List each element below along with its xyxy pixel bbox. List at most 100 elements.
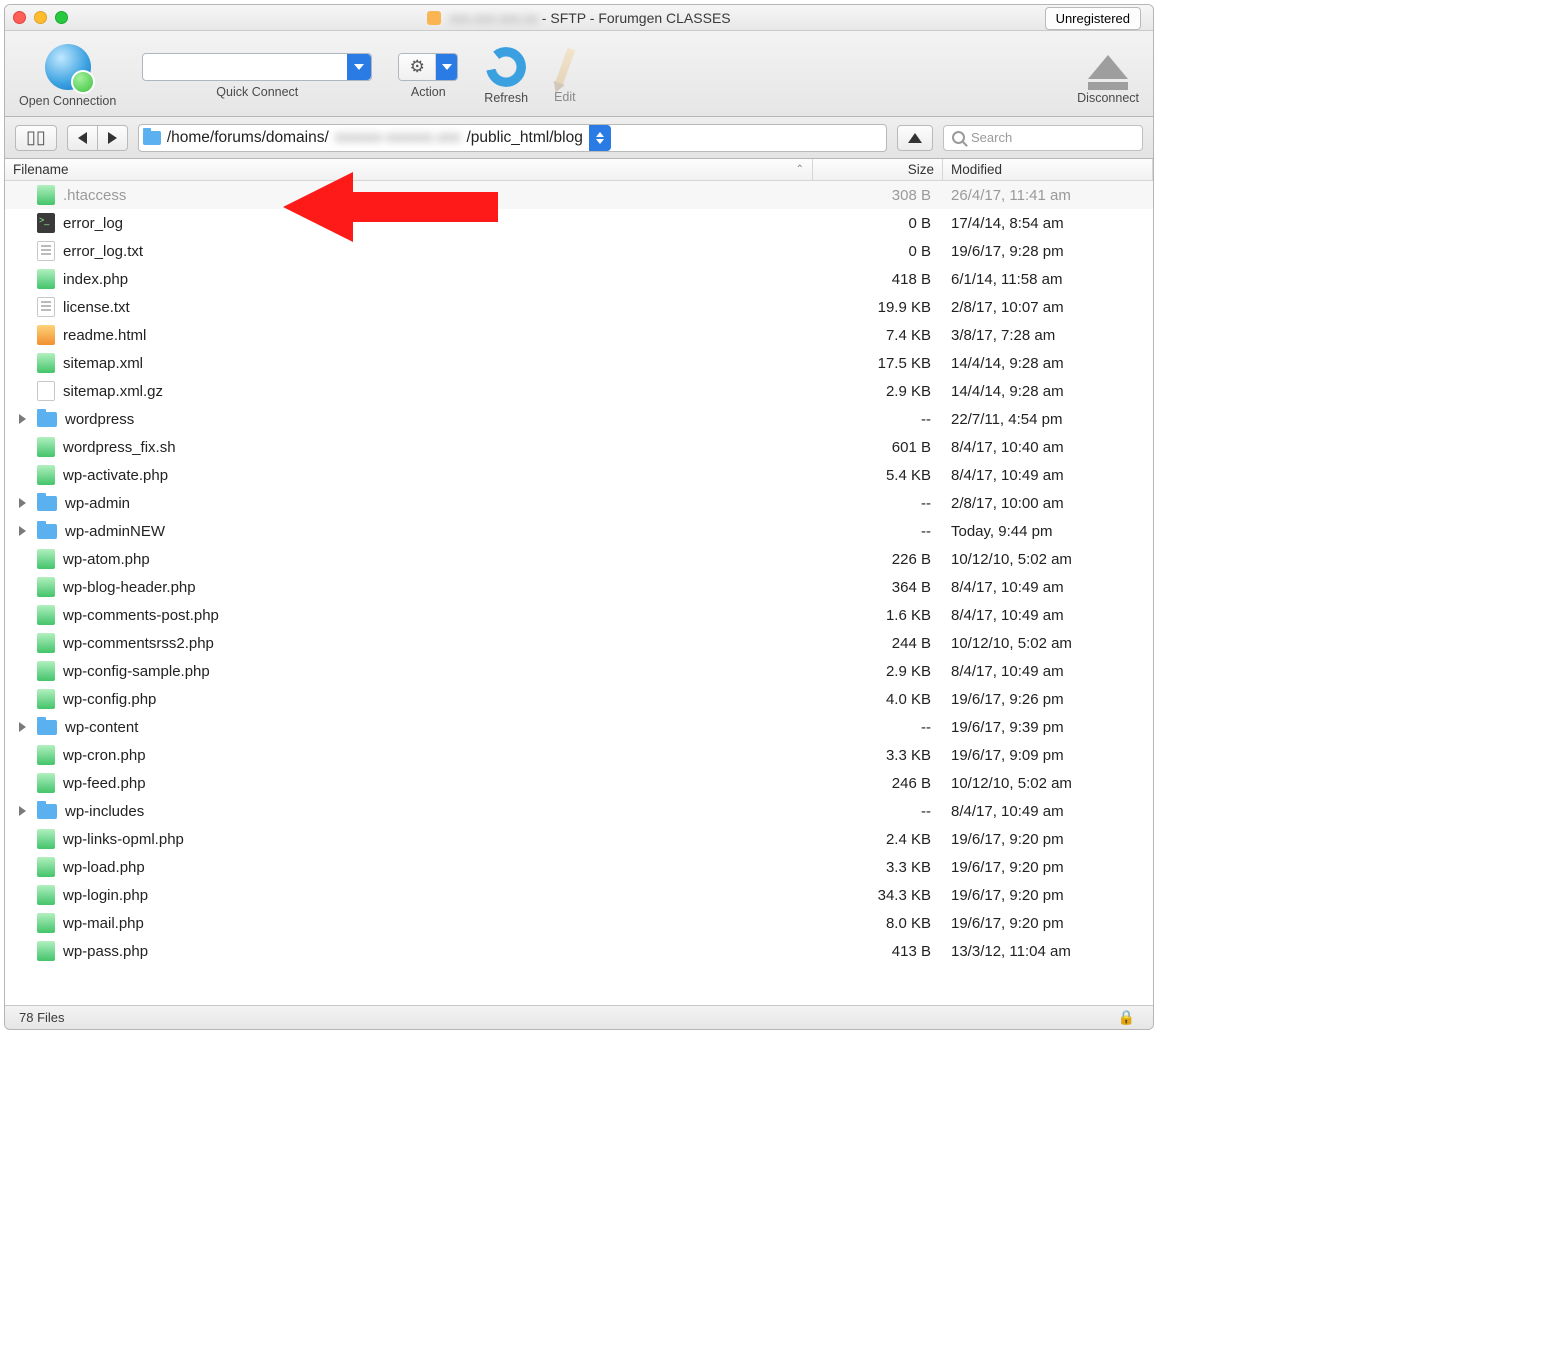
file-name: sitemap.xml	[63, 355, 143, 372]
file-name: readme.html	[63, 327, 146, 344]
file-modified: 10/12/10, 5:02 am	[943, 775, 1153, 792]
path-prefix: /home/forums/domains/	[167, 129, 329, 147]
disclosure-triangle[interactable]	[19, 722, 29, 732]
file-modified: 19/6/17, 9:09 pm	[943, 747, 1153, 764]
refresh-button[interactable]: Refresh	[484, 47, 528, 105]
disclosure-triangle	[19, 442, 29, 452]
unregistered-button[interactable]: Unregistered	[1045, 7, 1141, 30]
file-row[interactable]: readme.html7.4 KB3/8/17, 7:28 am	[5, 321, 1153, 349]
nav-forward-button[interactable]	[98, 125, 128, 151]
traffic-lights	[13, 11, 68, 24]
file-row[interactable]: wp-cron.php3.3 KB19/6/17, 9:09 pm	[5, 741, 1153, 769]
file-row[interactable]: wp-admin--2/8/17, 10:00 am	[5, 489, 1153, 517]
file-row[interactable]: wp-includes--8/4/17, 10:49 am	[5, 797, 1153, 825]
file-row[interactable]: sitemap.xml17.5 KB14/4/14, 9:28 am	[5, 349, 1153, 377]
file-name: wp-load.php	[63, 859, 145, 876]
file-size: --	[813, 523, 943, 540]
file-listing[interactable]: .htaccess308 B26/4/17, 11:41 amerror_log…	[5, 181, 1153, 1005]
file-size: 2.4 KB	[813, 831, 943, 848]
file-size: 364 B	[813, 579, 943, 596]
disclosure-triangle	[19, 638, 29, 648]
file-row[interactable]: sitemap.xml.gz2.9 KB14/4/14, 9:28 am	[5, 377, 1153, 405]
file-name: sitemap.xml.gz	[63, 383, 163, 400]
nav-up-button[interactable]	[897, 125, 933, 151]
minimize-window-button[interactable]	[34, 11, 47, 24]
file-row[interactable]: wp-commentsrss2.php244 B10/12/10, 5:02 a…	[5, 629, 1153, 657]
file-row[interactable]: license.txt19.9 KB2/8/17, 10:07 am	[5, 293, 1153, 321]
disclosure-triangle[interactable]	[19, 526, 29, 536]
folder-icon	[143, 131, 161, 145]
file-modified: 8/4/17, 10:49 am	[943, 579, 1153, 596]
file-name: index.php	[63, 271, 128, 288]
file-size: --	[813, 411, 943, 428]
file-size: 418 B	[813, 271, 943, 288]
action-menu[interactable]: ⚙ Action	[398, 53, 458, 99]
file-size: --	[813, 495, 943, 512]
header-modified[interactable]: Modified	[943, 159, 1153, 180]
pencil-icon	[555, 47, 576, 85]
quick-connect-label: Quick Connect	[216, 85, 298, 99]
file-modified: 8/4/17, 10:40 am	[943, 439, 1153, 456]
file-row[interactable]: .htaccess308 B26/4/17, 11:41 am	[5, 181, 1153, 209]
file-row[interactable]: wp-links-opml.php2.4 KB19/6/17, 9:20 pm	[5, 825, 1153, 853]
file-size: 8.0 KB	[813, 915, 943, 932]
triangle-right-icon	[108, 132, 117, 144]
disclosure-triangle[interactable]	[19, 498, 29, 508]
file-name: wp-links-opml.php	[63, 831, 184, 848]
html-file-icon	[37, 325, 55, 345]
file-row[interactable]: wordpress_fix.sh601 B8/4/17, 10:40 am	[5, 433, 1153, 461]
disclosure-triangle	[19, 246, 29, 256]
file-modified: 14/4/14, 9:28 am	[943, 355, 1153, 372]
search-field[interactable]: Search	[943, 125, 1143, 151]
file-size: 226 B	[813, 551, 943, 568]
file-row[interactable]: wp-login.php34.3 KB19/6/17, 9:20 pm	[5, 881, 1153, 909]
chevron-down-icon	[435, 54, 457, 80]
file-row[interactable]: index.php418 B6/1/14, 11:58 am	[5, 265, 1153, 293]
zoom-window-button[interactable]	[55, 11, 68, 24]
php-file-icon	[37, 885, 55, 905]
header-filename[interactable]: Filename⌃	[5, 159, 813, 180]
file-row[interactable]: wp-config-sample.php2.9 KB8/4/17, 10:49 …	[5, 657, 1153, 685]
file-row[interactable]: wp-activate.php5.4 KB8/4/17, 10:49 am	[5, 461, 1153, 489]
file-row[interactable]: wp-pass.php413 B13/3/12, 11:04 am	[5, 937, 1153, 965]
quick-connect-dropdown-icon[interactable]	[347, 54, 371, 80]
nav-back-button[interactable]	[67, 125, 98, 151]
disclosure-triangle	[19, 190, 29, 200]
file-size: 34.3 KB	[813, 887, 943, 904]
disclosure-triangle	[19, 302, 29, 312]
disconnect-button[interactable]: Disconnect	[1077, 47, 1139, 105]
header-size[interactable]: Size	[813, 159, 943, 180]
file-row[interactable]: wp-atom.php226 B10/12/10, 5:02 am	[5, 545, 1153, 573]
disclosure-triangle[interactable]	[19, 806, 29, 816]
disclosure-triangle	[19, 834, 29, 844]
file-row[interactable]: wp-feed.php246 B10/12/10, 5:02 am	[5, 769, 1153, 797]
file-row[interactable]: wp-mail.php8.0 KB19/6/17, 9:20 pm	[5, 909, 1153, 937]
php-file-icon	[37, 829, 55, 849]
close-window-button[interactable]	[13, 11, 26, 24]
file-row[interactable]: wp-content--19/6/17, 9:39 pm	[5, 713, 1153, 741]
path-redacted: xxxxxx-xxxxxx.xxx	[335, 129, 461, 147]
file-modified: 8/4/17, 10:49 am	[943, 467, 1153, 484]
path-stepper-icon[interactable]	[589, 125, 611, 151]
php-file-icon	[37, 689, 55, 709]
open-connection-button[interactable]: Open Connection	[19, 44, 116, 108]
file-row[interactable]: error_log0 B17/4/14, 8:54 am	[5, 209, 1153, 237]
file-name: wp-config-sample.php	[63, 663, 210, 680]
file-row[interactable]: error_log.txt0 B19/6/17, 9:28 pm	[5, 237, 1153, 265]
bookmarks-button[interactable]: ▯▯	[15, 125, 57, 151]
file-row[interactable]: wp-adminNEW--Today, 9:44 pm	[5, 517, 1153, 545]
disclosure-triangle[interactable]	[19, 414, 29, 424]
path-field[interactable]: /home/forums/domains/ xxxxxx-xxxxxx.xxx …	[138, 124, 887, 152]
refresh-label: Refresh	[484, 91, 528, 105]
file-row[interactable]: wp-config.php4.0 KB19/6/17, 9:26 pm	[5, 685, 1153, 713]
file-row[interactable]: wordpress--22/7/11, 4:54 pm	[5, 405, 1153, 433]
quick-connect-field[interactable]	[142, 53, 372, 81]
file-size: 19.9 KB	[813, 299, 943, 316]
file-row[interactable]: wp-blog-header.php364 B8/4/17, 10:49 am	[5, 573, 1153, 601]
file-row[interactable]: wp-comments-post.php1.6 KB8/4/17, 10:49 …	[5, 601, 1153, 629]
php-file-icon	[37, 913, 55, 933]
disclosure-triangle	[19, 610, 29, 620]
file-modified: 19/6/17, 9:26 pm	[943, 691, 1153, 708]
file-row[interactable]: wp-load.php3.3 KB19/6/17, 9:20 pm	[5, 853, 1153, 881]
file-name: error_log.txt	[63, 243, 143, 260]
